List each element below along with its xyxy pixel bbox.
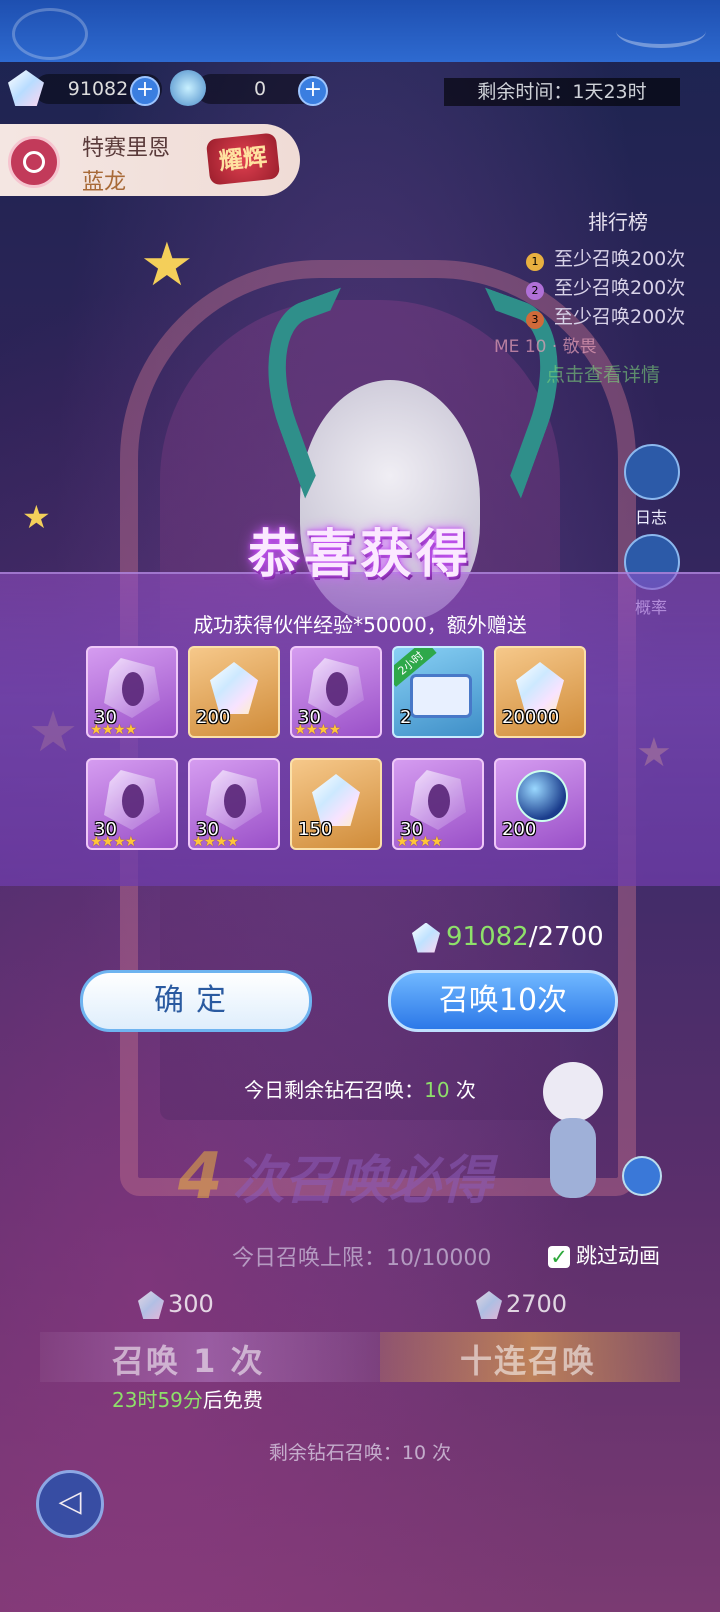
ranking-title[interactable]: 排行榜 xyxy=(588,206,648,235)
skip-animation-toggle[interactable]: ✓ 跳过动画 xyxy=(548,1240,660,1270)
item-quantity: 200 xyxy=(196,707,231,728)
today-count: 10 xyxy=(424,1078,450,1102)
checkbox-checked-icon[interactable]: ✓ xyxy=(548,1246,570,1268)
confirm-button[interactable]: 确定 xyxy=(80,970,312,1032)
guarantee-label: 次召唤必得 xyxy=(232,1151,493,1211)
faction-logo-icon xyxy=(8,136,60,188)
today-prefix: 今日剩余钻石召唤： xyxy=(244,1078,425,1102)
reward-item[interactable]: 150 xyxy=(290,758,382,850)
item-quantity: 20000 xyxy=(502,707,560,728)
ranking-detail-link[interactable]: 点击查看详情 xyxy=(546,360,660,387)
reward-item[interactable]: 200 xyxy=(494,758,586,850)
summon-cost: 91082/2700 xyxy=(412,922,604,953)
rarity-badge: 耀辉 xyxy=(205,132,281,186)
remaining-diamond-summons: 剩余钻石召唤：10 次 xyxy=(268,1442,452,1464)
chibi-character xyxy=(528,1052,618,1212)
ranking-row-text: 至少召唤200次 xyxy=(554,248,686,270)
item-stars: ★★★★ xyxy=(90,834,137,850)
ten-summon-price: 2700 xyxy=(476,1290,567,1319)
diamond-icon xyxy=(412,922,440,953)
free-timer: 23时59分后免费 xyxy=(112,1384,263,1413)
ranking-row-text: 至少召唤200次 xyxy=(554,306,686,328)
free-time: 23时59分 xyxy=(112,1388,203,1412)
ranking-row-text: 至少召唤200次 xyxy=(554,277,686,299)
ten-price: 2700 xyxy=(506,1290,568,1318)
add-diamond-button[interactable]: + xyxy=(130,76,160,106)
free-suffix: 后免费 xyxy=(202,1388,263,1412)
item-stars: ★★★★ xyxy=(90,722,137,738)
reward-item[interactable]: 30 ★★★★ xyxy=(86,646,178,738)
dialog-subtitle: 成功获得伙伴经验*50000，额外赠送 xyxy=(193,613,527,637)
star-icon: ★ xyxy=(140,230,194,300)
add-ticket-button[interactable]: + xyxy=(298,76,328,106)
ranking-row: 1 至少召唤200次 xyxy=(526,244,685,271)
chibi-head xyxy=(543,1062,603,1122)
top-bar xyxy=(0,0,720,62)
log-icon xyxy=(624,444,680,500)
daily-summon-limit: 今日召唤上限：10/10000 xyxy=(232,1246,492,1271)
ticket-icon xyxy=(170,70,206,106)
wave-decoration-icon xyxy=(616,14,706,48)
ranking-row: 2 至少召唤200次 xyxy=(526,273,685,300)
reward-item[interactable]: 30 ★★★★ xyxy=(392,758,484,850)
diamond-icon xyxy=(476,1291,502,1319)
back-arrow-icon[interactable]: ◁ xyxy=(36,1470,104,1538)
crystal-orb-icon xyxy=(516,770,568,822)
treasure-chest-icon xyxy=(410,674,472,718)
banner-character-subtitle: 蓝龙 xyxy=(82,170,127,195)
cost-have: 91082 xyxy=(446,922,529,952)
search-icon[interactable] xyxy=(622,1156,662,1196)
item-stars: ★★★★ xyxy=(192,834,239,850)
reward-item[interactable]: 2小时 2 xyxy=(392,646,484,738)
diamond-icon xyxy=(138,1291,164,1319)
my-rank: ME 10 · 敬畏 xyxy=(494,337,597,357)
cost-need: /2700 xyxy=(528,922,604,952)
item-stars: ★★★★ xyxy=(396,834,443,850)
today-suffix: 次 xyxy=(449,1078,476,1102)
single-summon-label: 召唤 1 次 xyxy=(112,1342,265,1380)
reward-item[interactable]: 20000 xyxy=(494,646,586,738)
summon-10-button[interactable]: 召唤10次 xyxy=(388,970,618,1032)
ranking-row: 3 至少召唤200次 xyxy=(526,302,685,329)
reward-item[interactable]: 30 ★★★★ xyxy=(86,758,178,850)
single-summon-price: 300 xyxy=(138,1290,214,1319)
remaining-time: 剩余时间：1天23时 xyxy=(444,78,680,106)
item-quantity: 2 xyxy=(400,707,412,728)
reward-item[interactable]: 30 ★★★★ xyxy=(188,758,280,850)
reward-item[interactable]: 200 xyxy=(188,646,280,738)
swirl-decoration-icon xyxy=(12,8,88,60)
ten-summon-label: 十连召唤 xyxy=(460,1342,597,1380)
medal-icon: 2 xyxy=(526,282,544,300)
item-quantity: 200 xyxy=(502,819,537,840)
skip-animation-label: 跳过动画 xyxy=(576,1244,660,1268)
medal-icon: 3 xyxy=(526,311,544,329)
reward-item[interactable]: 30 ★★★★ xyxy=(290,646,382,738)
banner-character-name: 特赛里恩 xyxy=(82,136,171,161)
dialog-title: 恭喜获得 xyxy=(247,525,472,585)
guarantee-number: 4 xyxy=(178,1140,223,1214)
event-banner[interactable]: 特赛里恩 蓝龙 耀辉 xyxy=(0,124,300,196)
diamond-count: 91082 xyxy=(67,78,129,100)
medal-icon: 1 xyxy=(526,253,544,271)
item-quantity: 150 xyxy=(298,819,333,840)
single-price: 300 xyxy=(168,1290,214,1318)
item-stars: ★★★★ xyxy=(294,722,341,738)
guarantee-text: 4 次召唤必得 xyxy=(178,1138,493,1214)
chibi-body xyxy=(550,1118,596,1198)
ticket-count: 0 xyxy=(253,78,267,100)
